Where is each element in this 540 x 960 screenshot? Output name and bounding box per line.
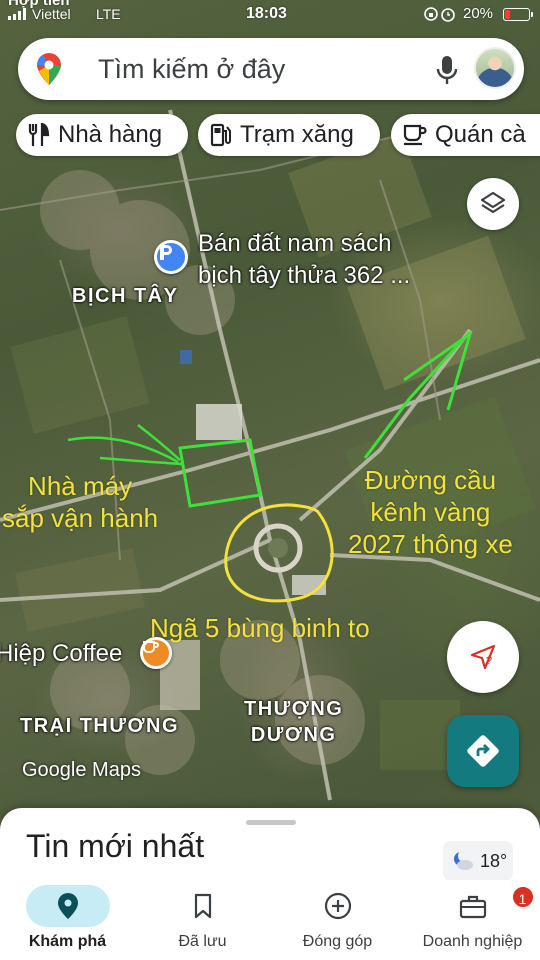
chip-label: Quán cà [435, 121, 526, 148]
chip-label: Trạm xăng [240, 121, 354, 148]
microphone-icon[interactable] [436, 55, 458, 90]
category-chips: Nhà hàng Trạm xăng Quán cà [0, 114, 540, 158]
fork-knife-icon [28, 123, 50, 146]
chip-cafes[interactable]: Quán cà [391, 114, 540, 156]
directions-icon [467, 735, 499, 767]
nav-label: Khám phá [28, 933, 107, 950]
nav-icon-container [161, 885, 245, 927]
coffee-cup-icon [403, 124, 427, 146]
add-circle-icon [324, 892, 351, 920]
layers-icon [480, 191, 506, 214]
google-maps-logo: Google Maps [22, 759, 141, 781]
my-location-button[interactable]: ? [447, 621, 519, 693]
chip-label: Nhà hàng [58, 121, 163, 148]
chip-restaurants[interactable]: Nhà hàng [16, 114, 188, 156]
explore-pin-icon [57, 893, 78, 919]
gas-pump-icon [210, 123, 231, 147]
annotation-factory: Nhà máy sắp vận hành [2, 471, 159, 533]
weather-temperature: 18° [480, 850, 508, 871]
directions-button[interactable] [447, 715, 519, 787]
layers-button[interactable] [467, 178, 519, 230]
nav-icon-container [296, 885, 380, 927]
coffee-label[interactable]: Hiệp Coffee [0, 638, 122, 670]
bookmark-icon [194, 893, 211, 919]
sheet-title: Tin mới nhất [26, 828, 205, 864]
nav-label: Doanh nghiệp [422, 933, 523, 950]
nav-icon-container [25, 885, 110, 927]
weather-chip[interactable]: 18° [443, 841, 513, 881]
nav-label: Đóng góp [302, 933, 373, 950]
area-label-trai-thuong: TRẠI THƯƠNG [20, 715, 180, 737]
lock-alarm-icons [424, 6, 456, 25]
nav-label: Đã lưu [178, 933, 227, 950]
area-label-bich-tay: BỊCH TÂY [72, 285, 179, 307]
nav-saved[interactable]: Đã lưu [135, 880, 270, 960]
sheet-drag-handle[interactable] [246, 820, 296, 825]
battery-icon [503, 8, 533, 21]
listing-label[interactable]: Bán đất nam sách bịch tây thửa 362 ... [198, 228, 410, 292]
signal-icon [8, 8, 26, 20]
bottom-nav: Khám phá Đã lưu Đóng góp 1 Doanh nghiệp [0, 880, 540, 960]
notification-badge: 1 [510, 885, 535, 909]
annotation-road: Đường cầu kênh vàng 2027 thông xe [348, 465, 513, 559]
nav-business[interactable]: 1 Doanh nghiệp [405, 880, 540, 960]
clock: 18:03 [246, 5, 287, 22]
location-arrow-icon: ? [470, 644, 496, 670]
battery-percent: 20% [463, 5, 494, 22]
carrier-label: Viettel [32, 6, 71, 22]
google-maps-pin-icon [36, 52, 62, 91]
network-label: LTE [96, 6, 121, 22]
listing-pin-icon[interactable] [154, 240, 188, 274]
status-bar: Hợp tiến Viettel LTE 18:03 20% [0, 0, 540, 30]
chip-gas-stations[interactable]: Trạm xăng [198, 114, 380, 156]
nav-contribute[interactable]: Đóng góp [270, 880, 405, 960]
nav-explore[interactable]: Khám phá [0, 880, 135, 960]
nav-icon-container: 1 [431, 885, 535, 927]
search-bar[interactable]: Tìm kiếm ở đây [18, 38, 524, 100]
svg-text:?: ? [486, 655, 492, 667]
business-icon [459, 895, 486, 919]
annotation-junction: Ngã 5 bùng binh to [150, 613, 370, 643]
avatar[interactable] [474, 47, 516, 89]
moon-cloud-icon [454, 850, 473, 870]
area-label-thuong-duong: THƯỢNG DƯƠNG [244, 698, 344, 746]
search-input[interactable]: Tìm kiếm ở đây [98, 54, 285, 85]
